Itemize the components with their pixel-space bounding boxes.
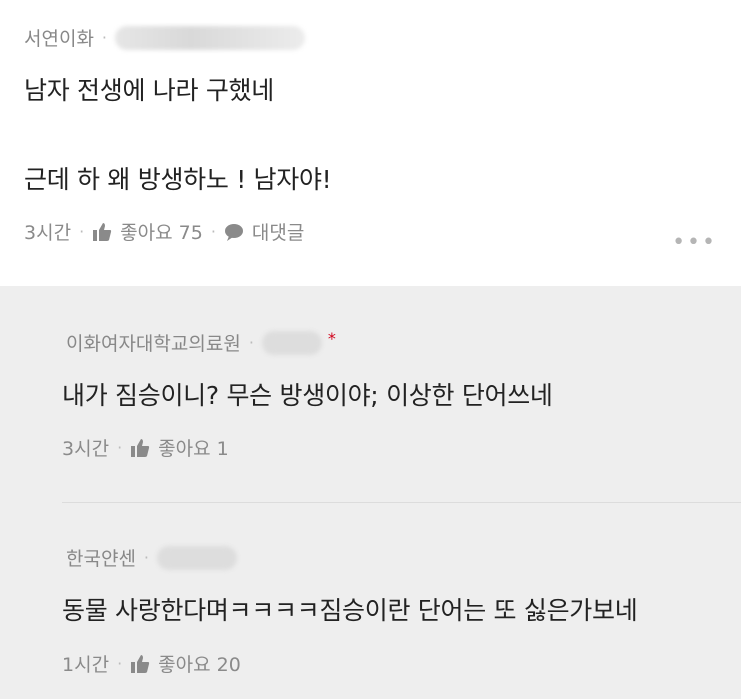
like-button[interactable]: 좋아요 75 xyxy=(92,218,203,245)
marker-star: * xyxy=(327,329,336,348)
like-label: 좋아요 1 xyxy=(158,438,229,460)
separator-dot: · xyxy=(210,222,216,241)
reply-author[interactable]: 이화여자대학교의료원 xyxy=(66,329,241,356)
separator-dot: · xyxy=(101,28,108,47)
like-label: 좋아요 75 xyxy=(120,222,203,244)
separator-dot: · xyxy=(79,222,85,241)
thumbs-up-icon xyxy=(93,222,112,241)
reply-author-row: 이화여자대학교의료원 · * xyxy=(66,329,336,356)
reply-divider xyxy=(62,502,741,503)
reply-time: 1시간 xyxy=(62,654,110,676)
more-options-icon[interactable]: ••• xyxy=(672,230,717,255)
separator-dot: · xyxy=(143,548,150,567)
reply-label: 대댓글 xyxy=(251,222,305,244)
like-label: 좋아요 20 xyxy=(158,654,241,676)
reply-meta-row: 1시간 · 좋아요 20 xyxy=(62,650,241,677)
thumbs-up-icon xyxy=(131,438,150,457)
comment-text-line-1: 남자 전생에 나라 구했네 xyxy=(24,76,274,105)
redacted-id xyxy=(115,25,306,50)
separator-dot: · xyxy=(117,654,123,673)
redacted-id xyxy=(157,545,238,570)
reply-time: 3시간 xyxy=(62,438,110,460)
comment-text-line-2: 근데 하 왜 방생하노 ! 남자야! xyxy=(24,165,332,194)
reply-button[interactable]: 대댓글 xyxy=(224,218,304,245)
separator-dot: · xyxy=(248,333,254,352)
comment-meta-row: 3시간 · 좋아요 75 · 대댓글 xyxy=(24,218,304,245)
reply-meta-row: 3시간 · 좋아요 1 xyxy=(62,434,229,461)
speech-bubble-icon xyxy=(224,223,243,241)
reply-author-row: 한국얀센 · xyxy=(66,544,238,571)
reply-list: 이화여자대학교의료원 · * 내가 짐승이니? 무슨 방생이야; 이상한 단어쓰… xyxy=(0,286,741,699)
comment-author-row: 서연이화 · xyxy=(24,24,306,51)
comment-author[interactable]: 서연이화 xyxy=(24,24,94,51)
like-button[interactable]: 좋아요 1 xyxy=(130,434,229,461)
thumbs-up-icon xyxy=(131,654,150,673)
reply-text: 내가 짐승이니? 무슨 방생이야; 이상한 단어쓰네 xyxy=(62,381,553,410)
like-button[interactable]: 좋아요 20 xyxy=(130,650,241,677)
reply-author[interactable]: 한국얀센 xyxy=(66,544,136,571)
main-comment: 서연이화 · 남자 전생에 나라 구했네 근데 하 왜 방생하노 ! 남자야! … xyxy=(0,0,741,286)
comment-time: 3시간 xyxy=(24,222,72,244)
separator-dot: · xyxy=(117,438,123,457)
reply-text: 동물 사랑한다며ㅋㅋㅋㅋ짐승이란 단어는 또 싫은가보네 xyxy=(62,596,638,625)
redacted-id xyxy=(261,330,322,355)
